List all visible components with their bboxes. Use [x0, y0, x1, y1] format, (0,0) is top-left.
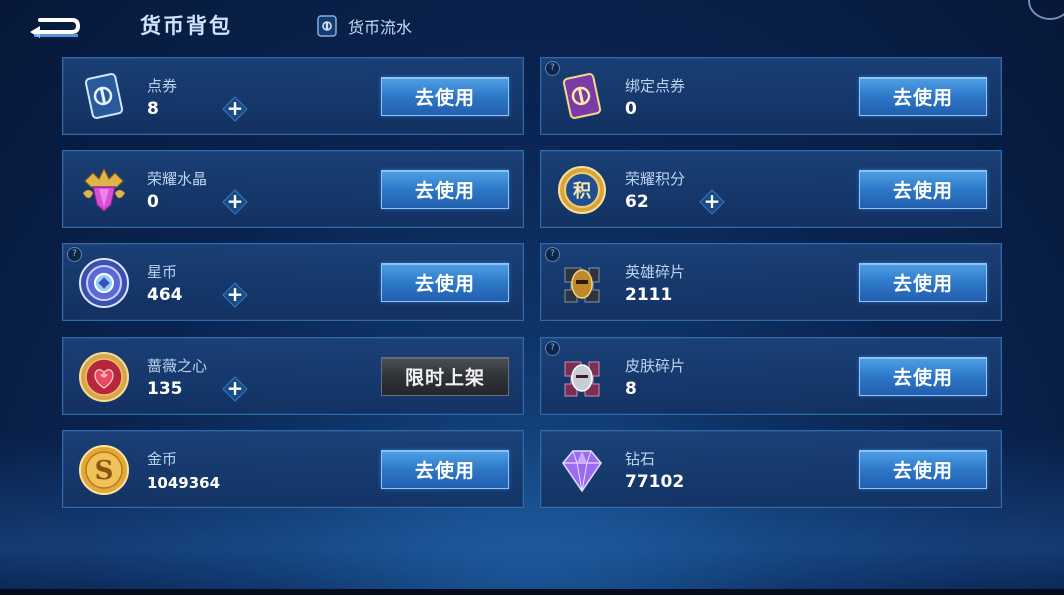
currency-card-glory-points: 积 荣耀积分 62 + 去使用 [540, 150, 1002, 228]
use-button[interactable]: 去使用 [859, 450, 987, 489]
add-glory-crystal-button[interactable]: + [223, 190, 247, 214]
use-button[interactable]: 去使用 [381, 170, 509, 209]
add-rose-heart-button[interactable]: + [223, 377, 247, 401]
currency-amount: 2111 [625, 285, 673, 305]
currency-amount: 8 [625, 379, 637, 399]
back-button[interactable] [26, 12, 82, 40]
plus-icon: + [226, 96, 244, 120]
use-button[interactable]: 去使用 [859, 77, 987, 116]
use-button[interactable]: 去使用 [859, 170, 987, 209]
currency-amount: 464 [147, 285, 183, 305]
currency-card-gold: S 金币 1049364 去使用 [62, 430, 524, 508]
use-button[interactable]: 去使用 [859, 357, 987, 396]
currency-card-dianquan: 点券 8 + 去使用 [62, 57, 524, 135]
skin-fragment-icon [564, 361, 600, 397]
currency-card-hero-fragment: ? 英雄碎片 2111 去使用 [540, 243, 1002, 321]
currency-card-skin-fragment: ? 皮肤碎片 8 去使用 [540, 337, 1002, 415]
currency-name: 皮肤碎片 [625, 357, 686, 375]
currency-card-glory-crystal: 荣耀水晶 0 + 去使用 [62, 150, 524, 228]
add-glory-points-button[interactable]: + [700, 190, 724, 214]
rose-heart-icon [79, 352, 129, 402]
currency-name: 星币 [147, 263, 178, 281]
bound-ticket-card-icon [562, 73, 602, 119]
use-button[interactable]: 去使用 [381, 450, 509, 489]
ticket-card-icon [84, 73, 124, 119]
hero-fragment-icon [564, 267, 600, 303]
currency-amount: 1049364 [147, 474, 221, 492]
currency-name: 蔷薇之心 [147, 357, 208, 375]
use-button[interactable]: 去使用 [859, 263, 987, 302]
tab-currency-flow[interactable]: 货币流水 [314, 12, 412, 40]
back-arrow-icon [30, 18, 81, 38]
glory-points-coin-icon: 积 [558, 166, 606, 214]
plus-icon: + [226, 376, 244, 400]
currency-card-diamond: 钻石 77102 去使用 [540, 430, 1002, 508]
currency-amount: 62 [625, 192, 649, 212]
use-button[interactable]: 去使用 [381, 77, 509, 116]
add-dianquan-button[interactable]: + [223, 97, 247, 121]
currency-name: 荣耀水晶 [147, 170, 208, 188]
bottom-edge [0, 589, 1064, 595]
gold-coin-icon: S [79, 445, 129, 495]
star-coin-icon [79, 258, 129, 308]
currency-amount: 0 [625, 99, 637, 119]
currency-card-star-coin: ? 星币 464 + 去使用 [62, 243, 524, 321]
add-star-coin-button[interactable]: + [223, 283, 247, 307]
currency-name: 绑定点券 [625, 77, 686, 95]
currency-name: 荣耀积分 [625, 170, 686, 188]
plus-icon: + [703, 189, 721, 213]
diamond-icon [562, 450, 602, 493]
flow-ticket-icon [317, 15, 337, 37]
page-title: 货币背包 [140, 14, 232, 38]
corner-decoration [1028, 0, 1064, 20]
plus-icon: + [226, 282, 244, 306]
currency-card-rose-heart: 蔷薇之心 135 + 限时上架 [62, 337, 524, 415]
currency-amount: 0 [147, 192, 159, 212]
use-button[interactable]: 去使用 [381, 263, 509, 302]
currency-amount: 77102 [625, 472, 685, 492]
svg-text:S: S [95, 456, 114, 486]
svg-text:积: 积 [573, 181, 591, 202]
limited-sale-button[interactable]: 限时上架 [381, 357, 509, 396]
glory-crystal-icon [83, 167, 125, 212]
plus-icon: + [226, 189, 244, 213]
currency-name: 钻石 [625, 450, 656, 468]
tab-currency-flow-label: 货币流水 [348, 18, 413, 37]
currency-amount: 8 [147, 99, 159, 119]
currency-name: 金币 [147, 450, 178, 468]
currency-card-bound-dianquan: ? 绑定点券 0 去使用 [540, 57, 1002, 135]
currency-name: 英雄碎片 [625, 263, 686, 281]
currency-name: 点券 [147, 77, 178, 95]
currency-amount: 135 [147, 379, 183, 399]
